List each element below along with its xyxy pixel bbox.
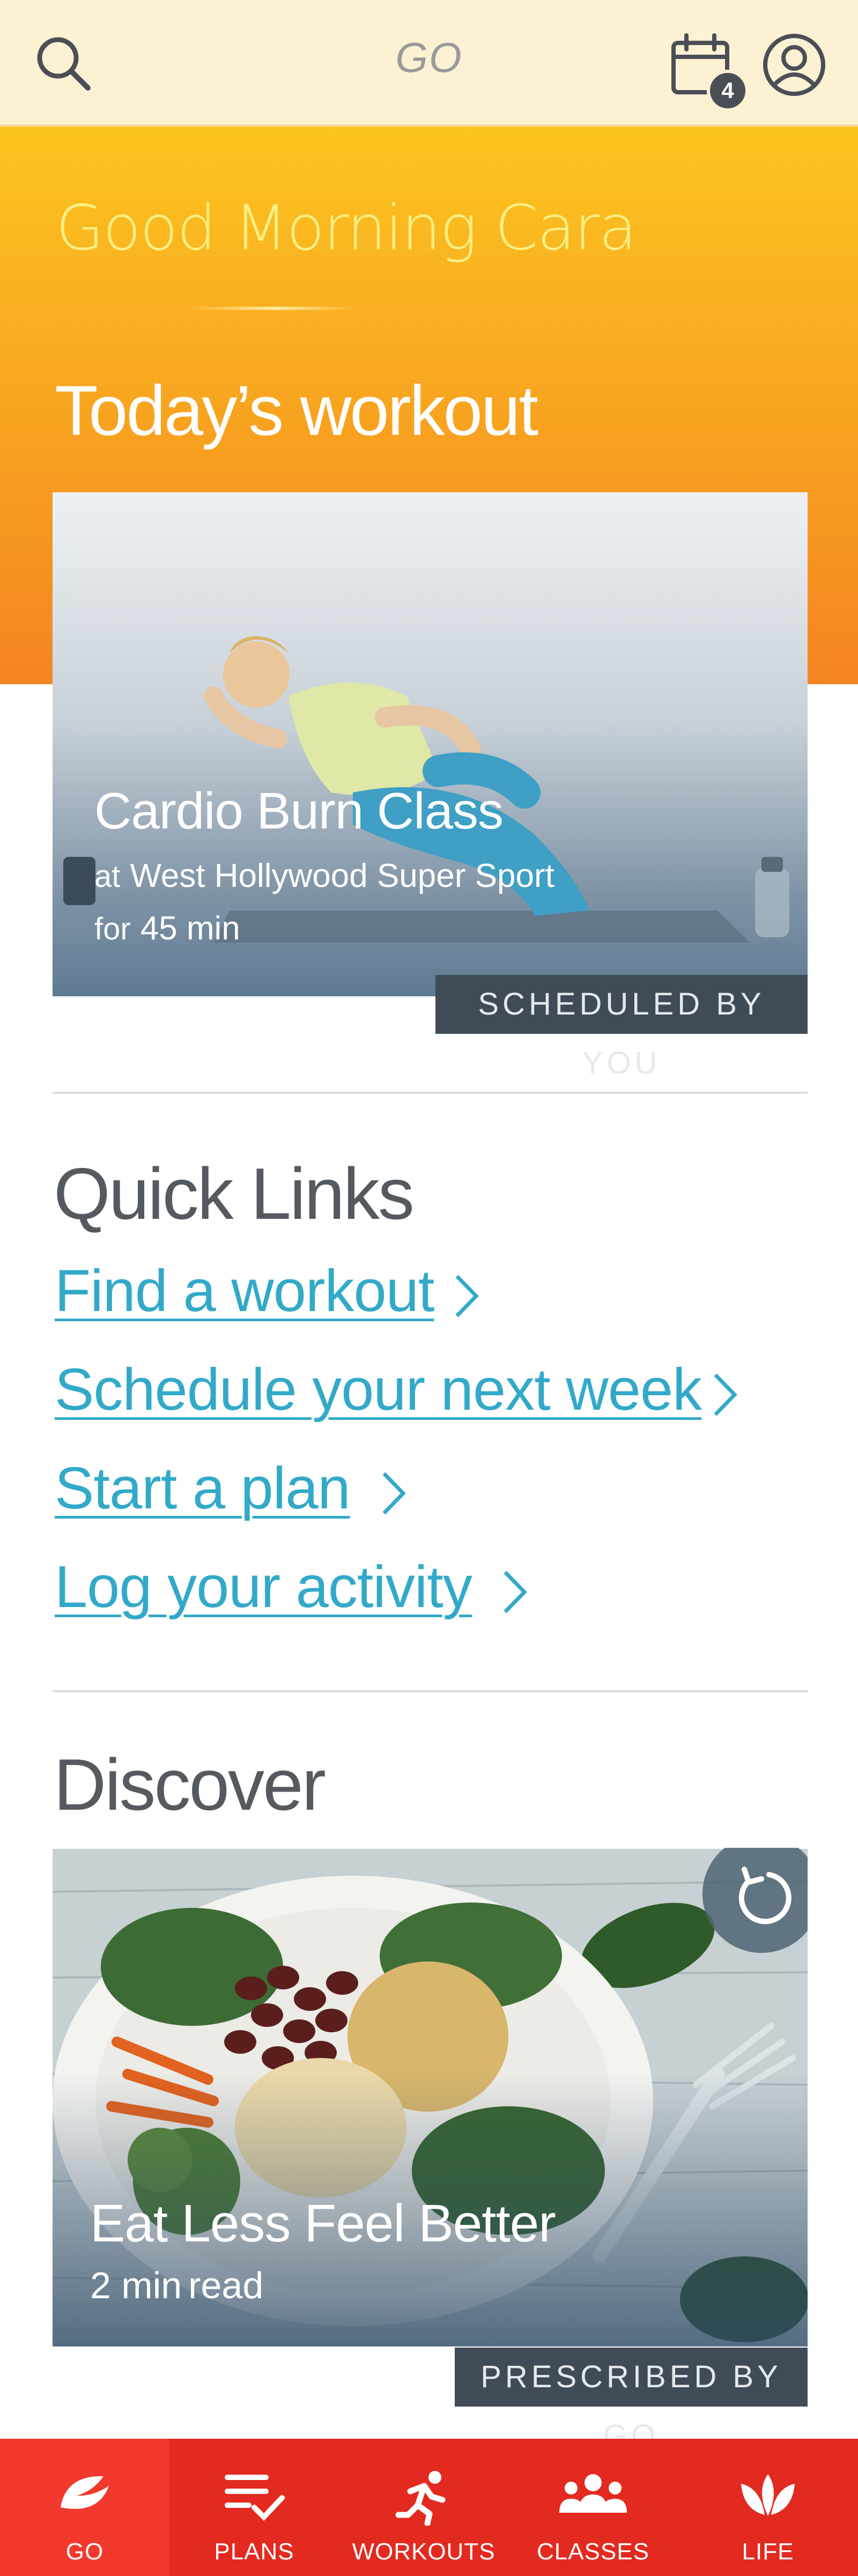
quick-links-heading: Quick Links <box>54 1153 415 1234</box>
chevron-right-icon <box>382 1472 406 1515</box>
calendar-badge: 4 <box>707 70 749 112</box>
nav-classes-label: CLASSES <box>537 2538 649 2565</box>
chevron-right-icon <box>455 1275 479 1317</box>
greeting-divider <box>189 307 360 310</box>
link-schedule-your-next-week[interactable]: Schedule your next week <box>55 1356 702 1424</box>
discover-heading: Discover <box>54 1744 326 1825</box>
link-log-your-activity[interactable]: Log your activity <box>55 1553 472 1621</box>
bottom-nav: GO PLANS WORKOUTS CLASSES LIFE <box>0 2439 858 2576</box>
location-prefix: at <box>94 859 121 894</box>
duration-prefix: for <box>94 912 131 946</box>
nav-go-label: GO <box>65 2538 104 2565</box>
section-divider <box>53 1690 808 1692</box>
nav-classes[interactable]: CLASSES <box>508 2439 678 2576</box>
refresh-icon <box>702 1848 808 1953</box>
link-find-a-workout[interactable]: Find a workout <box>55 1257 434 1325</box>
duration-value: 45 min <box>140 910 240 947</box>
nav-life[interactable]: LIFE <box>678 2439 858 2576</box>
nav-plans-label: PLANS <box>214 2538 294 2565</box>
link-start-a-plan[interactable]: Start a plan <box>55 1454 351 1522</box>
workout-duration: for 45 min <box>94 909 240 948</box>
nav-workouts[interactable]: WORKOUTS <box>339 2439 508 2576</box>
workout-location: at West Hollywood Super Sport <box>94 857 554 895</box>
workout-card[interactable]: Cardio Burn Class at West Hollywood Super… <box>53 492 808 996</box>
running-icon <box>395 2471 446 2526</box>
nav-plans[interactable]: PLANS <box>169 2439 339 2576</box>
profile-icon[interactable] <box>761 32 827 98</box>
read-suffix: read <box>188 2264 264 2306</box>
go-logo-icon <box>61 2476 109 2509</box>
nav-workouts-label: WORKOUTS <box>352 2538 495 2565</box>
read-minutes: 2 min <box>90 2264 182 2306</box>
nav-go[interactable]: GO <box>0 2439 169 2576</box>
workout-title: Cardio Burn Class <box>94 782 504 840</box>
todays-workout-heading: Today’s workout <box>55 371 538 450</box>
top-bar: GO 4 <box>0 0 858 127</box>
group-icon <box>559 2474 627 2513</box>
scheduled-badge: SCHEDULED BY YOU <box>435 975 808 1080</box>
greeting-text: Good Morning Cara <box>56 192 637 264</box>
location-name: West Hollywood Super Sport <box>130 857 554 894</box>
plans-checklist-icon <box>225 2475 285 2521</box>
prescribed-badge: PRESCRIBED BY GO <box>455 2348 808 2453</box>
chevron-right-icon <box>504 1571 527 1613</box>
chevron-right-icon <box>714 1373 737 1416</box>
discover-card-title: Eat Less Feel Better <box>90 2194 556 2253</box>
lotus-icon <box>741 2474 795 2516</box>
refresh-button[interactable] <box>702 1848 808 1953</box>
discover-read-time: 2 min read <box>90 2264 263 2307</box>
nav-life-label: LIFE <box>742 2538 794 2565</box>
section-divider <box>53 1092 808 1094</box>
